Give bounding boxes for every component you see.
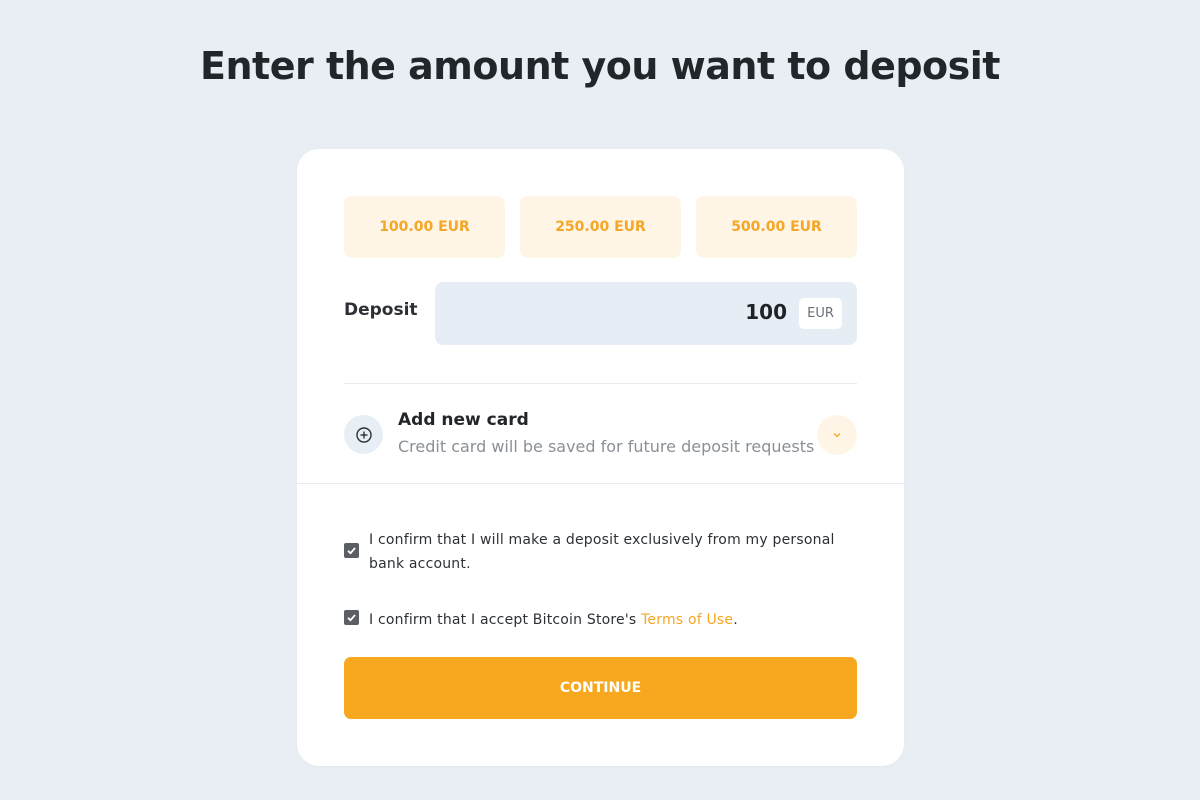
deposit-amount-value: 100: [745, 300, 787, 324]
checkbox-checked[interactable]: [344, 610, 359, 625]
plus-circle-icon: [344, 415, 383, 454]
confirmation-text: I confirm that I accept Bitcoin Store's …: [369, 608, 857, 632]
confirmation-text-prefix: I confirm that I accept Bitcoin Store's: [369, 612, 642, 628]
chevron-down-icon[interactable]: [817, 415, 857, 455]
deposit-label: Deposit: [344, 300, 418, 320]
preset-amount-button[interactable]: 250.00 EUR: [520, 196, 681, 258]
terms-of-use-link[interactable]: Terms of Use: [641, 612, 733, 628]
preset-amount-button[interactable]: 100.00 EUR: [344, 196, 505, 258]
add-card-subtitle: Credit card will be saved for future dep…: [398, 437, 815, 456]
currency-tag: EUR: [799, 298, 842, 329]
divider: [344, 383, 857, 384]
confirmation-text: I confirm that I will make a deposit exc…: [369, 532, 835, 572]
preset-amounts: 100.00 EUR 250.00 EUR 500.00 EUR: [344, 196, 857, 258]
continue-button[interactable]: CONTINUE: [344, 657, 857, 719]
divider: [297, 483, 904, 484]
deposit-amount-input[interactable]: 100 EUR: [435, 282, 857, 345]
confirmation-text-suffix: .: [733, 612, 738, 628]
add-card-title: Add new card: [398, 410, 529, 430]
preset-amount-button[interactable]: 500.00 EUR: [696, 196, 857, 258]
deposit-card: 100.00 EUR 250.00 EUR 500.00 EUR Deposit…: [297, 149, 904, 766]
checkbox-checked[interactable]: [344, 543, 359, 558]
add-new-card-option[interactable]: Add new card Credit card will be saved f…: [344, 409, 857, 469]
page-title: Enter the amount you want to deposit: [200, 44, 1000, 88]
